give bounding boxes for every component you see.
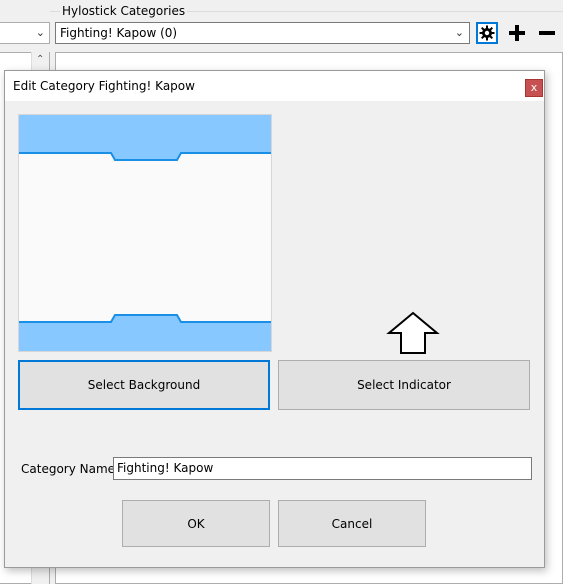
indicator-preview [385,311,441,355]
category-dropdown-value: Fighting! Kapow (0) [60,26,178,40]
dialog-title: Edit Category Fighting! Kapow [13,79,195,93]
close-button[interactable]: x [525,79,543,97]
up-arrow-outline-icon [386,311,440,354]
select-indicator-button[interactable]: Select Indicator [278,360,530,410]
minus-icon [539,31,555,35]
select-background-button[interactable]: Select Background [18,360,270,410]
remove-category-button[interactable] [536,22,558,44]
ok-button[interactable]: OK [122,500,270,547]
dialog-titlebar: Edit Category Fighting! Kapow x [5,71,544,101]
group-title: Hylostick Categories [60,4,188,18]
category-name-label: Category Name [21,462,116,476]
chevron-down-icon: ⌄ [454,26,464,39]
cancel-button[interactable]: Cancel [278,500,426,547]
category-name-input[interactable]: Fighting! Kapow [113,457,532,480]
gear-icon [479,25,495,41]
left-dropdown[interactable]: ⌄ [0,22,50,44]
chevron-up-icon[interactable]: ⌃ [36,54,44,65]
add-category-button[interactable] [506,22,528,44]
chevron-down-icon: ⌄ [35,26,45,39]
plus-icon [509,25,525,41]
category-dropdown[interactable]: Fighting! Kapow (0) ⌄ [55,22,470,44]
settings-button[interactable] [476,22,498,44]
edit-category-dialog: Edit Category Fighting! Kapow x Select B… [4,70,545,568]
background-preview-image [19,115,271,351]
background-preview [18,114,272,352]
